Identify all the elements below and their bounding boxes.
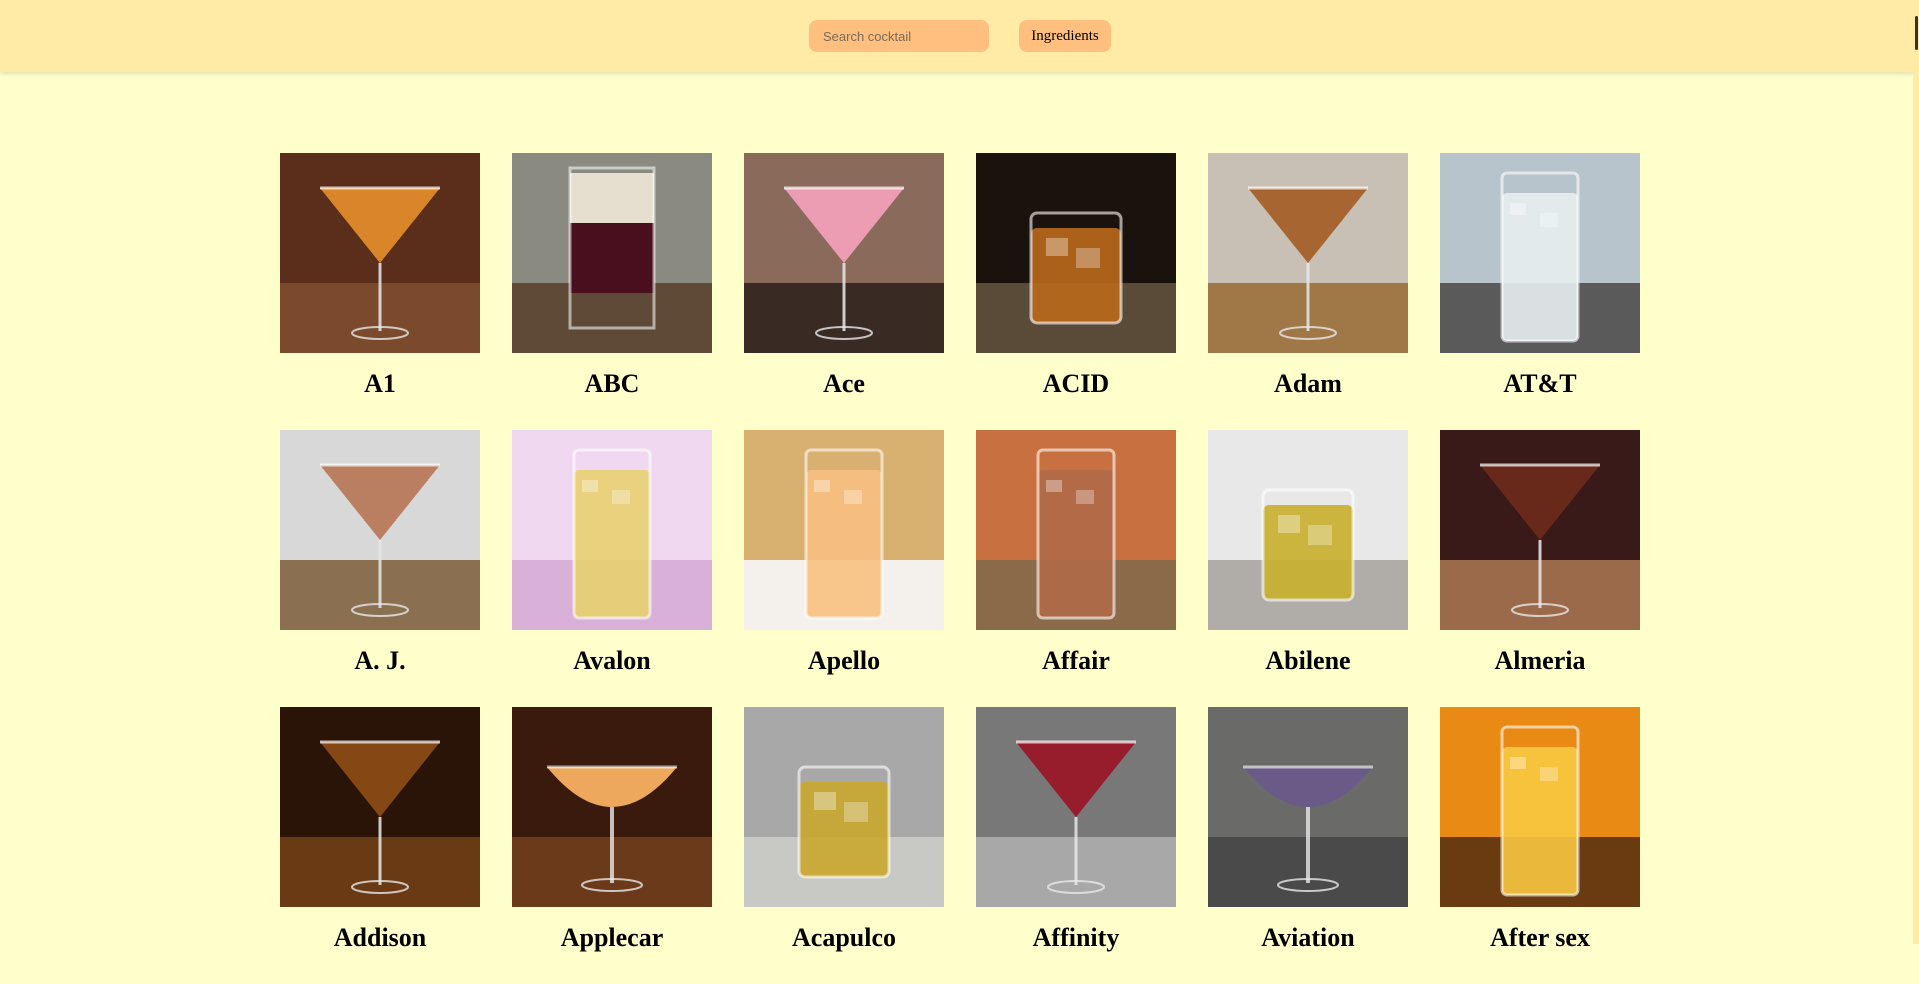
cocktail-name[interactable]: Adam (1274, 369, 1342, 399)
cocktail-photo (1208, 153, 1408, 353)
cocktail-photo (280, 430, 480, 630)
cocktail-name[interactable]: ABC (585, 369, 640, 399)
cocktail-image[interactable] (280, 707, 480, 907)
cocktail-image[interactable] (1208, 707, 1408, 907)
cocktail-card[interactable]: Addison (280, 707, 480, 984)
cocktail-grid: A1 ABC Ace ACID Adam AT&T A. J. Avalon Apello Aff… (280, 153, 1640, 984)
cocktail-card[interactable]: A. J. (280, 430, 480, 707)
cocktail-photo (1208, 430, 1408, 630)
cocktail-name[interactable]: A. J. (354, 646, 405, 676)
cocktail-photo (280, 153, 480, 353)
cocktail-photo (1208, 707, 1408, 907)
cocktail-photo (976, 153, 1176, 353)
cocktail-name[interactable]: ACID (1043, 369, 1109, 399)
cocktail-image[interactable] (512, 153, 712, 353)
cocktail-photo (512, 707, 712, 907)
cocktail-card[interactable]: Aviation (1208, 707, 1408, 984)
cocktail-image[interactable] (976, 153, 1176, 353)
cocktail-name[interactable]: Addison (334, 923, 427, 953)
cocktail-photo (1440, 153, 1640, 353)
cocktail-image[interactable] (280, 153, 480, 353)
cocktail-card[interactable]: Ace (744, 153, 944, 430)
cocktail-photo (744, 707, 944, 907)
cocktail-image[interactable] (512, 707, 712, 907)
search-input[interactable] (809, 20, 989, 52)
cocktail-image[interactable] (744, 430, 944, 630)
cocktail-name[interactable]: AT&T (1503, 369, 1576, 399)
cocktail-photo (512, 153, 712, 353)
cocktail-card[interactable]: Abilene (1208, 430, 1408, 707)
cocktail-card[interactable]: After sex (1440, 707, 1640, 984)
cocktail-card[interactable]: ABC (512, 153, 712, 430)
cocktail-card[interactable]: Avalon (512, 430, 712, 707)
cocktail-card[interactable]: AT&T (1440, 153, 1640, 430)
cocktail-image[interactable] (1208, 430, 1408, 630)
cocktail-photo (976, 430, 1176, 630)
cocktail-image[interactable] (1440, 430, 1640, 630)
ingredients-button[interactable]: Ingredients (1019, 20, 1111, 52)
cocktail-card[interactable]: Acapulco (744, 707, 944, 984)
cocktail-photo (1440, 430, 1640, 630)
cocktail-name[interactable]: Aviation (1261, 923, 1354, 953)
cocktail-name[interactable]: Abilene (1265, 646, 1350, 676)
cocktail-image[interactable] (976, 707, 1176, 907)
cocktail-name[interactable]: Avalon (573, 646, 651, 676)
cocktail-image[interactable] (1440, 707, 1640, 907)
cocktail-card[interactable]: Affair (976, 430, 1176, 707)
cocktail-image[interactable] (1440, 153, 1640, 353)
cocktail-photo (744, 430, 944, 630)
cocktail-name[interactable]: Acapulco (792, 923, 896, 953)
top-bar: Ingredients (0, 0, 1919, 72)
cocktail-card[interactable]: Affinity (976, 707, 1176, 984)
cocktail-name[interactable]: Affinity (1033, 923, 1120, 953)
cocktail-image[interactable] (280, 430, 480, 630)
cocktail-photo (1440, 707, 1640, 907)
cocktail-image[interactable] (1208, 153, 1408, 353)
cocktail-card[interactable]: Applecar (512, 707, 712, 984)
cocktail-card[interactable]: Apello (744, 430, 944, 707)
cocktail-name[interactable]: A1 (364, 369, 396, 399)
cocktail-image[interactable] (976, 430, 1176, 630)
cocktail-photo (976, 707, 1176, 907)
cocktail-photo (280, 707, 480, 907)
scrollbar-thumb[interactable] (1915, 16, 1918, 50)
cocktail-photo (512, 430, 712, 630)
cocktail-name[interactable]: Ace (823, 369, 865, 399)
cocktail-card[interactable]: Adam (1208, 153, 1408, 430)
cocktail-name[interactable]: Affair (1042, 646, 1110, 676)
cocktail-name[interactable]: Apello (808, 646, 880, 676)
cocktail-card[interactable]: A1 (280, 153, 480, 430)
cocktail-card[interactable]: Almeria (1440, 430, 1640, 707)
cocktail-card[interactable]: ACID (976, 153, 1176, 430)
cocktail-name[interactable]: Almeria (1495, 646, 1586, 676)
cocktail-name[interactable]: After sex (1490, 923, 1590, 953)
cocktail-image[interactable] (744, 153, 944, 353)
cocktail-image[interactable] (512, 430, 712, 630)
cocktail-photo (744, 153, 944, 353)
cocktail-name[interactable]: Applecar (561, 923, 664, 953)
cocktail-image[interactable] (744, 707, 944, 907)
scrollbar[interactable] (1913, 0, 1919, 944)
